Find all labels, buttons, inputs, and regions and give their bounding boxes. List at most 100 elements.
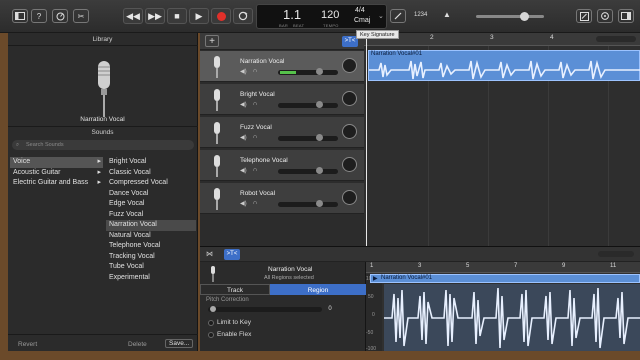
play-icon[interactable]: ▶ — [189, 8, 209, 24]
category-electric-guitar-and-bass[interactable]: Electric Guitar and Bass ▸ — [10, 178, 103, 189]
tempo-value[interactable]: 120 — [321, 9, 339, 21]
key-signature[interactable]: Cmaj — [354, 17, 370, 24]
category-voice[interactable]: Voice ▸ — [10, 157, 103, 168]
pan-knob[interactable] — [342, 124, 357, 139]
pitch-correction-value[interactable]: 0 — [324, 306, 336, 314]
mute-icon[interactable]: ◀) — [240, 68, 247, 75]
master-volume-knob[interactable] — [520, 12, 529, 21]
fast-forward-icon[interactable]: ▶▶ — [145, 8, 165, 24]
loop-browser-icon[interactable] — [597, 9, 613, 23]
patch-fuzz-vocal[interactable]: Fuzz Vocal — [106, 210, 196, 221]
notepad-icon[interactable] — [576, 9, 592, 23]
enable-flex-checkbox[interactable] — [208, 332, 214, 338]
editor-ruler[interactable]: 1 3 5 7 9 11 — [366, 262, 640, 273]
tab-region[interactable]: Region — [270, 284, 366, 295]
volume-knob[interactable] — [316, 200, 323, 207]
patch-dance-vocal[interactable]: Dance Vocal — [106, 189, 196, 200]
volume-knob[interactable] — [316, 167, 323, 174]
track-volume-slider[interactable] — [278, 103, 338, 108]
track-volume-slider[interactable] — [278, 136, 338, 141]
playhead[interactable] — [366, 39, 367, 246]
ruler-bar-number: 3 — [490, 34, 494, 41]
volume-knob[interactable] — [316, 101, 323, 108]
pan-knob[interactable] — [342, 190, 357, 205]
ruler-bar-number: 11 — [610, 263, 617, 269]
arrange-ruler[interactable]: 2 3 4 — [364, 33, 640, 46]
headphones-icon[interactable]: ∩ — [253, 101, 257, 107]
pitch-correction-slider[interactable] — [208, 306, 322, 312]
track-volume-slider[interactable] — [278, 202, 338, 207]
track-header-bar: + >T< — [200, 33, 364, 50]
track-row[interactable]: Telephone Vocal ◀) ∩ — [200, 150, 364, 181]
cycle-icon[interactable] — [233, 8, 253, 24]
volume-knob[interactable] — [316, 68, 323, 75]
help-icon[interactable]: ? — [31, 9, 47, 23]
track-volume-slider[interactable] — [278, 169, 338, 174]
library-panel: Library Narration Vocal Sounds ⌕ Search … — [8, 33, 198, 351]
track-volume-slider[interactable] — [278, 70, 338, 75]
patch-compressed-vocal[interactable]: Compressed Vocal — [106, 178, 196, 189]
patch-tube-vocal[interactable]: Tube Vocal — [106, 262, 196, 273]
stop-icon[interactable]: ■ — [167, 8, 187, 24]
headphones-icon[interactable]: ∩ — [253, 200, 257, 206]
track-row[interactable]: Narration Vocal ◀) ∩ — [200, 51, 364, 82]
catch-playhead-icon[interactable]: >T< — [224, 249, 240, 260]
pan-knob[interactable] — [342, 91, 357, 106]
lcd-mode-chevron-icon[interactable]: ⌄ — [378, 12, 384, 20]
track-headers: + >T< Narration Vocal ◀) ∩ Bright Vocal … — [200, 33, 364, 246]
metronome-icon[interactable]: ▲ — [443, 10, 451, 19]
search-sounds-input[interactable]: ⌕ Search Sounds — [12, 140, 194, 150]
revert-button[interactable]: Revert — [18, 341, 37, 348]
zoom-slider[interactable] — [596, 36, 636, 42]
patch-experimental[interactable]: Experimental — [106, 273, 196, 284]
tab-track[interactable]: Track — [200, 284, 270, 295]
patch-bright-vocal[interactable]: Bright Vocal — [106, 157, 196, 168]
patch-classic-vocal[interactable]: Classic Vocal — [106, 168, 196, 179]
headphones-icon[interactable]: ∩ — [253, 134, 257, 140]
patch-narration-vocal[interactable]: Narration Vocal — [106, 220, 196, 231]
library-icon[interactable] — [12, 9, 28, 23]
mute-icon[interactable]: ◀) — [240, 200, 247, 207]
tracks-area[interactable]: 2 3 4 Narration Vocal#01 — [364, 33, 640, 246]
scissors-icon[interactable]: ✂ — [73, 9, 89, 23]
patch-telephone-vocal[interactable]: Telephone Vocal — [106, 241, 196, 252]
pitch-correction-knob[interactable] — [210, 306, 216, 312]
rewind-icon[interactable]: ◀◀ — [123, 8, 143, 24]
patch-natural-vocal[interactable]: Natural Vocal — [106, 231, 196, 242]
tuner-icon[interactable] — [390, 9, 406, 23]
lcd-display[interactable]: 1.1 BAR BEAT 120 TEMPO 4/4 Cmaj — [256, 4, 387, 29]
add-track-icon[interactable]: + — [205, 35, 219, 47]
pan-knob[interactable] — [342, 157, 357, 172]
zoom-slider[interactable] — [598, 251, 634, 257]
headphones-icon[interactable]: ∩ — [253, 167, 257, 173]
mute-icon[interactable]: ◀) — [240, 101, 247, 108]
divider — [8, 45, 198, 46]
save-button[interactable]: Save... — [165, 339, 194, 348]
patch-edge-vocal[interactable]: Edge Vocal — [106, 199, 196, 210]
volume-knob[interactable] — [316, 134, 323, 141]
pan-knob[interactable] — [342, 58, 357, 73]
time-signature[interactable]: 4/4 — [355, 7, 365, 14]
audio-region[interactable]: Narration Vocal#01 — [368, 50, 640, 81]
headphones-icon[interactable]: ∩ — [253, 68, 257, 74]
audio-editor[interactable]: 1 3 5 7 9 11 100 50 0 -50 -100 ▶ Narrati… — [366, 262, 640, 352]
beat-label: BEAT — [293, 23, 305, 28]
record-icon[interactable] — [211, 8, 231, 24]
track-row[interactable]: Fuzz Vocal ◀) ∩ — [200, 117, 364, 148]
play-region-icon[interactable]: ▶ — [373, 275, 378, 282]
category-acoustic-guitar[interactable]: Acoustic Guitar ▸ — [10, 168, 103, 179]
divider — [8, 334, 198, 335]
smart-controls-icon[interactable] — [52, 9, 68, 23]
track-row[interactable]: Robot Vocal ◀) ∩ — [200, 183, 364, 214]
master-volume-slider[interactable] — [476, 12, 544, 21]
delete-button[interactable]: Delete — [128, 341, 147, 348]
editor-toggle-icon[interactable]: ⋈ — [206, 250, 213, 258]
mute-icon[interactable]: ◀) — [240, 134, 247, 141]
track-row[interactable]: Bright Vocal ◀) ∩ — [200, 84, 364, 115]
mute-icon[interactable]: ◀) — [240, 167, 247, 174]
patch-tracking-vocal[interactable]: Tracking Vocal — [106, 252, 196, 263]
limit-to-key-checkbox[interactable] — [208, 320, 214, 326]
media-browser-icon[interactable] — [618, 9, 634, 23]
count-in-icon[interactable]: 1234 — [414, 12, 427, 18]
editor-region-header[interactable]: ▶ Narration Vocal#01 — [370, 274, 640, 283]
